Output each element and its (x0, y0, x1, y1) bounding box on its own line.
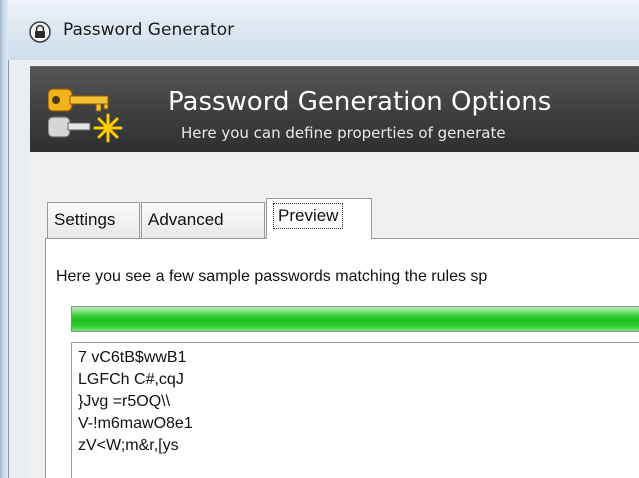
tab-preview-label: Preview (273, 203, 344, 229)
keys-icon (48, 88, 123, 143)
password-quality-progress-bar (71, 306, 639, 332)
password-line: V-!m6mawO8e1 (78, 415, 193, 432)
window-title: Password Generator (63, 20, 235, 40)
tab-settings-label: Settings (54, 210, 116, 229)
password-generator-window: Password Generator Password Generation O… (0, 0, 639, 478)
password-line: }Jvg =r5OQ\\ (78, 393, 171, 410)
tab-preview[interactable]: Preview (266, 198, 372, 239)
title-bar[interactable]: Password Generator (8, 0, 639, 60)
password-line: LGFCh C#,cqJ (78, 371, 184, 388)
lock-icon (29, 21, 51, 43)
banner-heading: Password Generation Options (168, 87, 552, 117)
progress-fill (72, 307, 639, 331)
password-line: 7 vC6tB$wwB1 (78, 349, 187, 366)
dialog-client-area: Settings Advanced Preview Here you see a… (30, 152, 639, 478)
tab-advanced[interactable]: Advanced (141, 202, 265, 238)
password-line: zV<W;m&r,[ys (78, 437, 179, 454)
sample-passwords-box[interactable]: 7 vC6tB$wwB1 LGFCh C#,cqJ }Jvg =r5OQ\\ V… (71, 342, 639, 478)
banner-subheading: Here you can define properties of genera… (181, 124, 506, 142)
window-frame-left (0, 0, 9, 478)
tab-advanced-label: Advanced (148, 210, 224, 229)
preview-description: Here you see a few sample passwords matc… (56, 268, 488, 285)
header-banner: Password Generation Options Here you can… (30, 66, 639, 153)
tab-settings[interactable]: Settings (47, 202, 140, 238)
